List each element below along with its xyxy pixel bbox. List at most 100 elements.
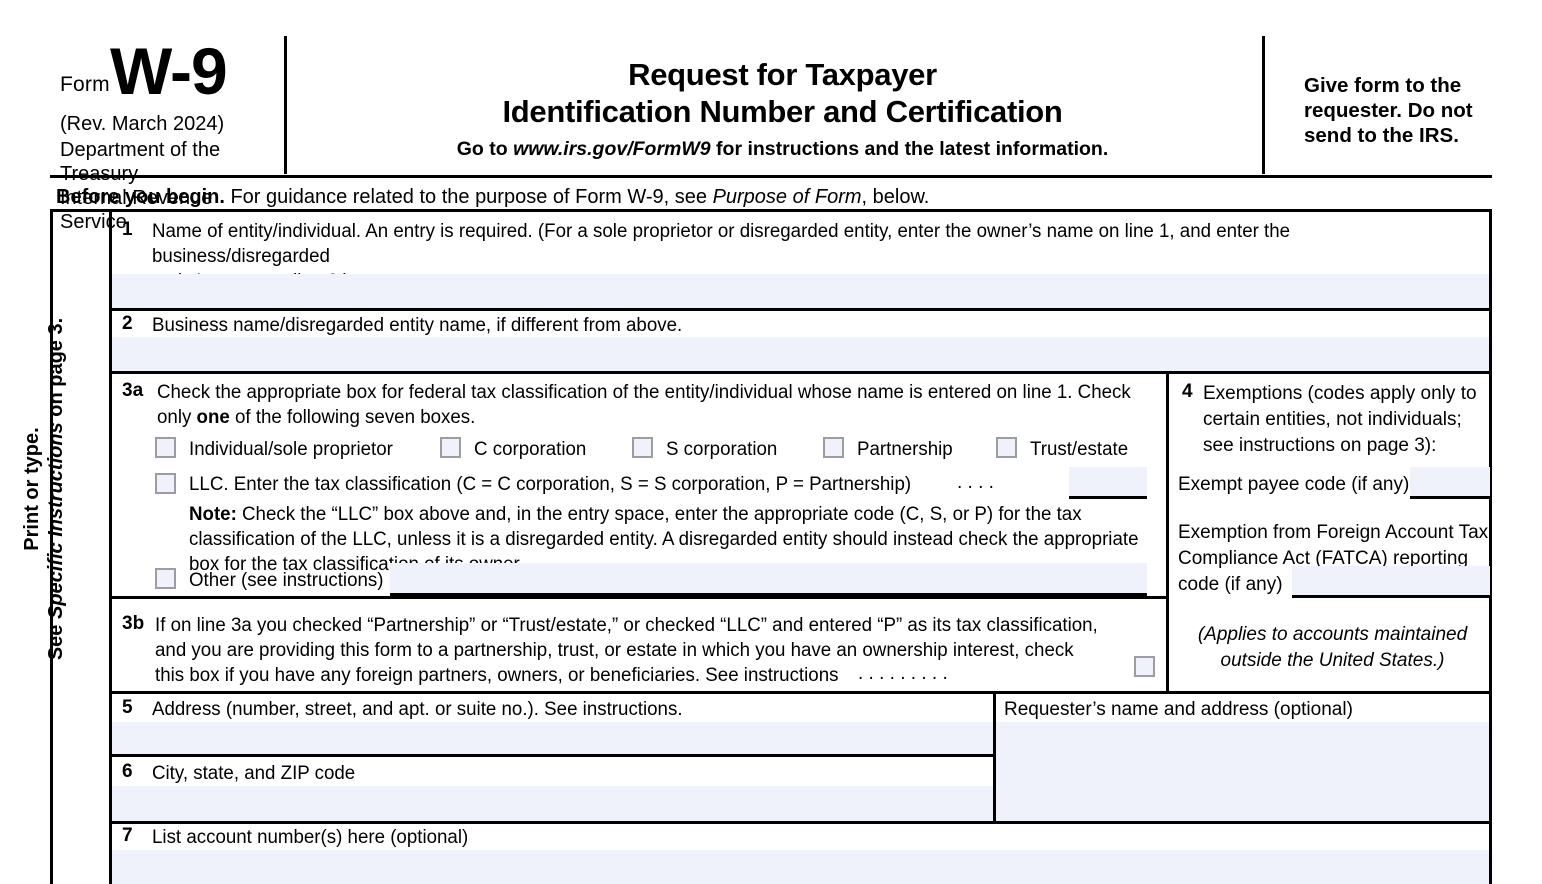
line-7-label: List account number(s) here (optional) bbox=[152, 827, 469, 848]
before-you-begin-bold: Before you begin. bbox=[56, 186, 225, 208]
specific-instructions-ref: Specific Instructions bbox=[45, 422, 67, 620]
checkbox-label-individual-sole-proprietor: Individual/sole proprietor bbox=[189, 439, 393, 460]
form-header: Form W-9 (Rev. March 2024) Department of… bbox=[50, 28, 1492, 233]
line-4-text-3: see instructions on page 3): bbox=[1203, 435, 1437, 456]
form-title-line-1: Request for Taxpayer bbox=[628, 57, 937, 92]
line-1-number: 1 bbox=[122, 219, 133, 240]
header-bottom-rule bbox=[50, 175, 1492, 178]
applies-to-accounts-note: (Applies to accounts maintained outside … bbox=[1175, 622, 1490, 674]
checkbox-foreign-partners[interactable] bbox=[1134, 656, 1155, 677]
llc-label: LLC. Enter the tax classification (C = C… bbox=[189, 474, 912, 495]
line-3a-bottom-rule bbox=[112, 596, 1168, 599]
table-top-rule bbox=[50, 209, 1492, 212]
sidebar-line-2: See Specific Instructions on page 3. bbox=[44, 219, 68, 759]
checkbox-partnership[interactable] bbox=[823, 437, 844, 458]
line-6-number: 6 bbox=[122, 761, 133, 782]
line-3b-text-3: this box if you have any foreign partner… bbox=[155, 665, 839, 686]
llc-input-underline bbox=[1069, 496, 1147, 499]
line-3b-number: 3b bbox=[122, 613, 145, 634]
line-3b-text-2: and you are providing this form to a par… bbox=[155, 640, 1074, 661]
line-6-label: City, state, and ZIP code bbox=[152, 763, 356, 784]
line-3a-label: Check the appropriate box for federal ta… bbox=[157, 380, 1132, 430]
before-you-begin-text-1: For guidance related to the purpose of F… bbox=[224, 186, 713, 208]
line-2-input[interactable] bbox=[112, 337, 1489, 371]
line-3b-text-1: If on line 3a you checked “Partnership” … bbox=[155, 615, 1098, 636]
line-4-number: 4 bbox=[1182, 381, 1193, 402]
line-4-label: Exemptions (codes apply only to certain … bbox=[1203, 381, 1503, 459]
line-2-number: 2 bbox=[122, 313, 133, 334]
line-5-number: 5 bbox=[122, 697, 133, 718]
exempt-payee-code-underline bbox=[1410, 496, 1490, 499]
form-header-center: Request for Taxpayer Identification Numb… bbox=[290, 28, 1275, 183]
line-3b-dot-leader: . . . . . . . . . bbox=[858, 663, 948, 684]
line-6-input[interactable] bbox=[112, 786, 993, 821]
line-7-input[interactable] bbox=[112, 850, 1489, 884]
llc-note-bold: Note: bbox=[189, 504, 237, 525]
line-3a-number: 3a bbox=[122, 380, 144, 401]
form-revision-date: (Rev. March 2024) bbox=[60, 113, 225, 135]
requester-input[interactable] bbox=[996, 722, 1489, 821]
form-number-title: W-9 bbox=[110, 34, 228, 108]
line-1-text-1: Name of entity/individual. An entry is r… bbox=[152, 221, 1291, 267]
line-3b-label: If on line 3a you checked “Partnership” … bbox=[155, 613, 1107, 688]
line-3a-text-2-prefix: only bbox=[157, 407, 197, 428]
line-4-text-2: certain entities, not individuals; bbox=[1203, 409, 1462, 430]
header-divider-right bbox=[1262, 36, 1265, 174]
purpose-of-form-ref: Purpose of Form bbox=[712, 186, 862, 208]
applies-text-1: (Applies to accounts maintained bbox=[1197, 624, 1468, 645]
line-5-bottom-rule bbox=[112, 754, 993, 757]
checkbox-trust-estate[interactable] bbox=[996, 437, 1017, 458]
line-3a-text-1: Check the appropriate box for federal ta… bbox=[157, 382, 1131, 403]
checkbox-individual-sole-proprietor[interactable] bbox=[155, 437, 176, 458]
checkbox-label-trust-estate: Trust/estate bbox=[1030, 439, 1129, 460]
sidebar-see-prefix: See bbox=[45, 619, 67, 661]
line-6-bottom-rule bbox=[112, 821, 1492, 824]
other-label: Other (see instructions) bbox=[189, 570, 384, 591]
form-header-right: Give form to the requester. Do not send … bbox=[1282, 28, 1492, 183]
checkbox-label-c-corporation: C corporation bbox=[474, 439, 587, 460]
sidebar-page-suffix: on page 3. bbox=[45, 317, 67, 423]
goto-suffix: for instructions and the latest informat… bbox=[710, 138, 1109, 160]
line-2-label: Business name/disregarded entity name, i… bbox=[152, 315, 683, 336]
form-word-label: Form bbox=[60, 73, 110, 96]
llc-note-text-1: Check the “LLC” box above and, in the en… bbox=[236, 504, 1082, 525]
llc-note-text-2: classification of the LLC, unless it is … bbox=[189, 529, 1139, 550]
checkbox-s-corporation[interactable] bbox=[632, 437, 653, 458]
llc-tax-classification-input[interactable] bbox=[1069, 467, 1147, 496]
other-classification-input[interactable] bbox=[390, 563, 1147, 593]
section-4-divider bbox=[1166, 374, 1169, 691]
line-1-input[interactable] bbox=[112, 274, 1489, 308]
checkbox-label-partnership: Partnership bbox=[857, 439, 953, 460]
line-7-number: 7 bbox=[122, 825, 133, 846]
fatca-text-3: code (if any) bbox=[1178, 574, 1283, 595]
irs-form-url[interactable]: www.irs.gov/FormW9 bbox=[513, 138, 711, 160]
give-form-note: Give form to the requester. Do not send … bbox=[1304, 74, 1473, 147]
form-title-line-2: Identification Number and Certification bbox=[502, 94, 1063, 129]
fatca-text-1: Exemption from Foreign Account Tax bbox=[1178, 522, 1489, 543]
print-or-type-sidebar: Print or type. See Specific Instructions… bbox=[20, 219, 68, 759]
llc-dot-leader: . . . . bbox=[957, 472, 994, 493]
checkbox-llc[interactable] bbox=[155, 473, 176, 494]
exempt-payee-code-label: Exempt payee code (if any) bbox=[1178, 474, 1410, 495]
line-4-text-1: Exemptions (codes apply only to bbox=[1203, 383, 1477, 404]
line-3a-text-2-bold: one bbox=[196, 407, 230, 428]
header-divider-left bbox=[284, 36, 287, 174]
sidebar-line-1: Print or type. bbox=[21, 427, 43, 551]
department-line-1: Department of the Treasury bbox=[60, 139, 221, 185]
w9-form-page: Form W-9 (Rev. March 2024) Department of… bbox=[0, 0, 1542, 884]
form-title: Request for Taxpayer Identification Numb… bbox=[290, 56, 1275, 130]
requester-label: Requester’s name and address (optional) bbox=[1004, 699, 1353, 720]
checkbox-label-s-corporation: S corporation bbox=[666, 439, 778, 460]
line-2-bottom-rule bbox=[112, 371, 1492, 374]
checkbox-other[interactable] bbox=[155, 568, 176, 589]
fatca-code-input[interactable] bbox=[1292, 566, 1490, 595]
exempt-payee-code-input[interactable] bbox=[1410, 467, 1490, 496]
applies-text-2: outside the United States.) bbox=[1220, 650, 1445, 671]
line-3b-bottom-rule bbox=[112, 691, 1492, 694]
line-5-input[interactable] bbox=[112, 722, 993, 754]
line-5-label: Address (number, street, and apt. or sui… bbox=[152, 699, 683, 720]
before-you-begin-text-2: , below. bbox=[861, 186, 930, 208]
before-you-begin-note: Before you begin. For guidance related t… bbox=[56, 186, 929, 208]
fatca-code-underline bbox=[1292, 595, 1490, 598]
checkbox-c-corporation[interactable] bbox=[440, 437, 461, 458]
